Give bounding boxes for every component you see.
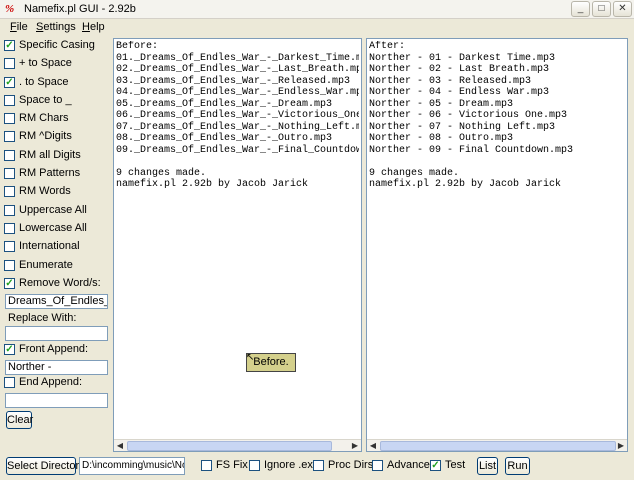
checkbox[interactable]: ✓	[4, 40, 15, 51]
select-directory-button[interactable]: Select Directory	[6, 457, 85, 475]
maximize-button[interactable]: □	[592, 1, 611, 17]
menu-settings[interactable]: Settings	[36, 21, 76, 33]
checkbox[interactable]	[4, 95, 15, 106]
close-button[interactable]: ✕	[613, 1, 632, 17]
option-rm-words[interactable]: RM Words	[4, 185, 110, 200]
after-line: Norther - 08 - Outro.mp3	[369, 133, 514, 144]
option-rm-chars[interactable]: RM Chars	[4, 112, 110, 127]
option-plus-to-space[interactable]: + to Space	[4, 57, 110, 72]
after-line: Norther - 04 - Endless War.mp3	[369, 87, 550, 98]
menu-help[interactable]: Help	[82, 21, 105, 33]
before-pane[interactable]: Before: 01._Dreams_Of_Endles_War_-_Darkes…	[113, 38, 362, 452]
run-button[interactable]: Run	[505, 457, 530, 475]
checkbox[interactable]	[4, 186, 15, 197]
before-line: 06._Dreams_Of_Endles_War_-_Victorious_On…	[116, 110, 359, 121]
option-lowercase-all[interactable]: Lowercase All	[4, 222, 110, 237]
checkbox[interactable]	[4, 241, 15, 252]
after-pane[interactable]: After: Norther - 01 - Darkest Time.mp3 Nor…	[366, 38, 628, 452]
after-line: Norther - 01 - Darkest Time.mp3	[369, 52, 556, 64]
option-specific-casing[interactable]: ✓ Specific Casing	[4, 39, 110, 54]
checkbox[interactable]: ✓	[4, 344, 15, 355]
minimize-button[interactable]: _	[571, 1, 590, 17]
option-rm-non-digits[interactable]: RM ^Digits	[4, 130, 110, 145]
scroll-left-icon[interactable]: ◀	[114, 440, 126, 451]
before-line: 03._Dreams_Of_Endles_War_-_Released.mp3	[116, 75, 351, 87]
checkbox[interactable]	[313, 460, 324, 471]
scroll-left-icon[interactable]: ◀	[367, 440, 379, 451]
checkbox[interactable]: ✓	[4, 77, 15, 88]
window-title: Namefix.pl GUI - 2.92b	[24, 3, 136, 15]
before-line: namefix.pl 2.92b by Jacob Jarick	[116, 179, 309, 190]
option-remove-words[interactable]: ✓ Remove Word/s:	[4, 277, 110, 292]
after-line: 9 changes made.	[369, 167, 460, 179]
after-line: Norther - 06 - Victorious One.mp3	[369, 110, 568, 121]
remove-words-input[interactable]: Dreams_Of_Endles_War	[5, 294, 108, 309]
after-line: Norther - 05 - Dream.mp3	[369, 98, 514, 110]
before-line: 08._Dreams_Of_Endles_War_-_Outro.mp3	[116, 133, 333, 144]
menu-file[interactable]: File	[10, 21, 28, 33]
before-line: Before:	[116, 41, 159, 52]
after-text: After: Norther - 01 - Darkest Time.mp3 Nor…	[369, 41, 625, 191]
option-front-append[interactable]: ✓ Front Append:	[4, 343, 110, 358]
scroll-right-icon[interactable]: ▶	[615, 440, 627, 451]
clear-button[interactable]: Clear	[6, 411, 33, 429]
after-line: Norther - 03 - Released.mp3	[369, 75, 532, 87]
front-append-input[interactable]: Norther -	[5, 360, 108, 375]
before-line: 05._Dreams_Of_Endles_War_-_Dream.mp3	[116, 98, 333, 110]
option-international[interactable]: International	[4, 240, 110, 255]
checkbox[interactable]	[4, 113, 15, 124]
checkbox[interactable]	[4, 205, 15, 216]
checkbox[interactable]	[4, 223, 15, 234]
scroll-right-icon[interactable]: ▶	[349, 440, 361, 451]
before-line: 04._Dreams_Of_Endles_War_-_Endless_War.m…	[116, 87, 359, 98]
checkbox[interactable]	[4, 168, 15, 179]
replace-with-input[interactable]	[5, 326, 108, 341]
checkbox[interactable]	[4, 150, 15, 161]
end-append-input[interactable]	[5, 393, 108, 408]
after-hscrollbar[interactable]: ◀ ▶	[367, 439, 627, 451]
checkbox[interactable]	[4, 260, 15, 271]
checkbox[interactable]	[249, 460, 260, 471]
title-bar: % Namefix.pl GUI - 2.92b _ □ ✕	[0, 0, 634, 19]
directory-path-input[interactable]: D:\incomming\music\Nor	[79, 457, 185, 475]
before-line: 01._Dreams_Of_Endles_War_-_Darkest_Time.…	[116, 52, 359, 64]
after-line: Norther - 02 - Last Breath.mp3	[369, 64, 550, 75]
checkbox[interactable]	[201, 460, 212, 471]
replace-with-label: Replace With:	[8, 312, 77, 324]
before-text: Before: 01._Dreams_Of_Endles_War_-_Darkes…	[116, 41, 359, 191]
bottom-toolbar: Select Directory D:\incomming\music\Nor …	[0, 455, 634, 480]
scroll-thumb[interactable]	[127, 441, 332, 451]
after-line: After:	[369, 41, 406, 52]
mouse-cursor-icon: ↖	[246, 352, 255, 363]
checkbox[interactable]: ✓	[4, 278, 15, 289]
list-button[interactable]: List	[477, 457, 498, 475]
checkbox[interactable]: ✓	[430, 460, 441, 471]
before-line: 07._Dreams_Of_Endles_War_-_Nothing_Left.…	[116, 121, 359, 133]
before-line: 09._Dreams_Of_Endles_War_-_Final_Countdo…	[116, 144, 359, 156]
after-line: Norther - 07 - Nothing Left.mp3	[369, 121, 556, 133]
after-line	[369, 156, 625, 168]
app-icon: %	[5, 3, 15, 15]
checkbox[interactable]	[372, 460, 383, 471]
option-dot-to-space[interactable]: ✓. to Space	[4, 76, 110, 91]
checkbox[interactable]	[4, 377, 15, 388]
option-end-append[interactable]: End Append:	[4, 376, 110, 391]
checkbox[interactable]	[4, 58, 15, 69]
after-line: namefix.pl 2.92b by Jacob Jarick	[369, 179, 562, 190]
option-rm-all-digits[interactable]: RM all Digits	[4, 149, 110, 164]
before-line	[116, 156, 359, 168]
option-uppercase-all[interactable]: Uppercase All	[4, 204, 110, 219]
before-line: 02._Dreams_Of_Endles_War_-_Last_Breath.m…	[116, 64, 359, 75]
after-line: Norther - 09 - Final Countdown.mp3	[369, 144, 574, 156]
scroll-thumb[interactable]	[380, 441, 616, 451]
option-enumerate[interactable]: Enumerate	[4, 259, 110, 274]
option-rm-patterns[interactable]: RM Patterns	[4, 167, 110, 182]
before-line: 9 changes made.	[116, 167, 207, 179]
option-space-to-underscore[interactable]: Space to _	[4, 94, 110, 109]
checkbox[interactable]	[4, 131, 15, 142]
menu-bar: File Settings Help	[0, 19, 634, 36]
before-hscrollbar[interactable]: ◀ ▶	[114, 439, 361, 451]
